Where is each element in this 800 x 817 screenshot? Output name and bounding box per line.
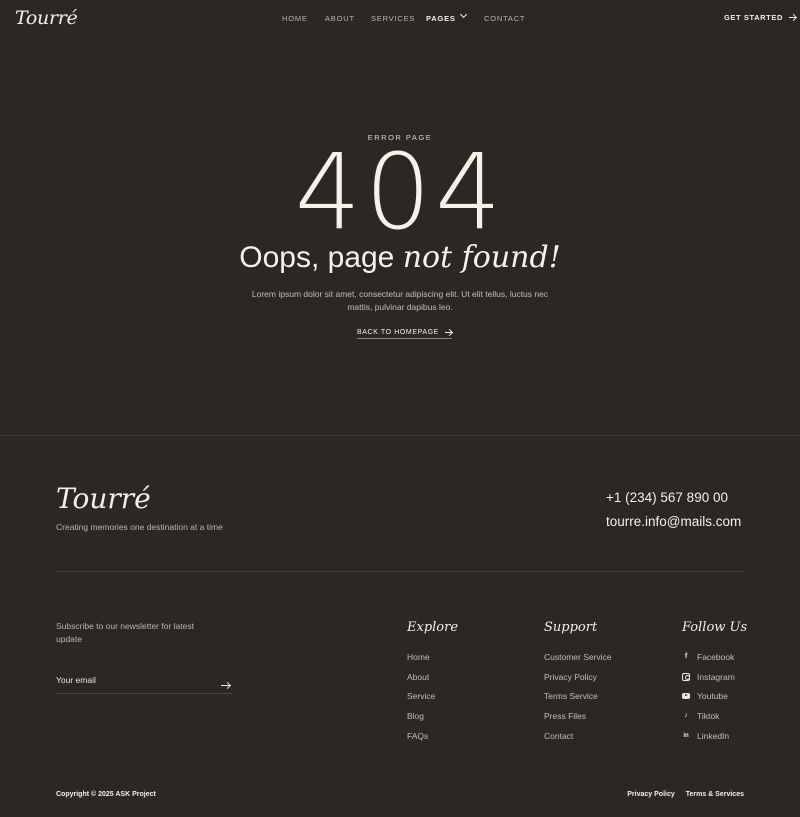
arrow-right-icon <box>444 332 452 333</box>
main-menu: HOME ABOUT SERVICES PAGES CONTACT <box>282 10 525 23</box>
social-label: Instagram <box>697 671 735 682</box>
chevron-down-icon <box>459 10 467 19</box>
legal-terms-services[interactable]: Terms & Services <box>686 791 744 798</box>
footer-link-blog[interactable]: Blog <box>407 706 458 726</box>
footer-link-home[interactable]: Home <box>407 647 458 667</box>
footer-phone[interactable]: +1 (234) 567 890 00 <box>606 490 728 505</box>
nav-pages[interactable]: PAGES <box>426 10 484 23</box>
social-link-linkedin[interactable]: in LinkedIn <box>682 726 747 746</box>
error-headline: Oops, page not found! <box>0 240 800 275</box>
back-label: BACK TO HOMEPAGE <box>357 329 439 336</box>
footer-link-press-files[interactable]: Press Files <box>544 706 612 726</box>
tiktok-icon: ♪ <box>684 711 688 719</box>
headline-italic: not found! <box>402 240 561 275</box>
footer-logo[interactable]: Tourré <box>56 482 151 515</box>
social-link-instagram[interactable]: Instagram <box>682 667 747 687</box>
footer-link-customer-service[interactable]: Customer Service <box>544 647 612 667</box>
get-started-button[interactable]: GET STARTED <box>724 13 796 22</box>
footer-column-support: Support Customer Service Privacy Policy … <box>544 620 612 745</box>
footer-column-follow: Follow Us f Facebook Instagram Youtube ♪… <box>682 620 747 745</box>
error-code: 404 <box>294 131 506 253</box>
instagram-icon <box>682 672 690 681</box>
newsletter-form <box>56 670 232 694</box>
nav-about[interactable]: ABOUT <box>325 14 371 23</box>
nav-home[interactable]: HOME <box>282 14 325 23</box>
copyright: Copyright © 2025 ASK Project <box>56 791 156 798</box>
footer-link-faqs[interactable]: FAQs <box>407 726 458 746</box>
arrow-right-icon <box>788 17 796 18</box>
column-title-support: Support <box>544 620 598 635</box>
social-label: Youtube <box>697 691 728 702</box>
arrow-right-icon <box>221 685 230 686</box>
footer-link-terms-service[interactable]: Terms Service <box>544 686 612 706</box>
column-title-explore: Explore <box>407 620 459 635</box>
brand-logo[interactable]: Tourré <box>15 7 78 29</box>
linkedin-icon: in <box>683 732 689 739</box>
back-to-homepage-link[interactable]: BACK TO HOMEPAGE <box>357 329 452 339</box>
get-started-label: GET STARTED <box>724 13 783 22</box>
social-link-tiktok[interactable]: ♪ Tiktok <box>682 706 747 726</box>
footer-link-contact[interactable]: Contact <box>544 726 612 746</box>
legal-privacy-policy[interactable]: Privacy Policy <box>627 791 674 798</box>
nav-services[interactable]: SERVICES <box>371 14 426 23</box>
social-label: Tiktok <box>697 710 720 721</box>
social-label: Facebook <box>697 651 735 662</box>
footer-email[interactable]: tourre.info@mails.com <box>606 514 741 529</box>
headline-plain: Oops, page <box>239 241 403 274</box>
section-divider <box>0 435 800 436</box>
footer-tagline: Creating memories one destination at a t… <box>56 522 223 532</box>
facebook-icon: f <box>684 652 688 660</box>
newsletter-text: Subscribe to our newsletter for latest u… <box>56 621 194 644</box>
social-link-youtube[interactable]: Youtube <box>682 686 747 706</box>
footer-link-about[interactable]: About <box>407 667 458 687</box>
newsletter-email-input[interactable] <box>56 675 206 685</box>
footer-divider <box>56 571 744 572</box>
social-label: LinkedIn <box>697 730 730 741</box>
footer-link-privacy-policy[interactable]: Privacy Policy <box>544 667 612 687</box>
top-navigation: Tourré HOME ABOUT SERVICES PAGES CONTACT… <box>0 0 800 36</box>
nav-pages-label: PAGES <box>426 14 456 23</box>
footer-link-service[interactable]: Service <box>407 686 458 706</box>
legal-links: Privacy Policy Terms & Services <box>627 791 744 798</box>
column-title-follow: Follow Us <box>682 620 748 635</box>
footer-column-explore: Explore Home About Service Blog FAQs <box>407 620 458 745</box>
newsletter-submit-button[interactable] <box>215 673 230 691</box>
social-link-facebook[interactable]: f Facebook <box>682 647 747 667</box>
error-description: Lorem ipsum dolor sit amet, consectetur … <box>251 289 549 312</box>
nav-contact[interactable]: CONTACT <box>484 14 525 23</box>
youtube-icon <box>682 693 690 700</box>
